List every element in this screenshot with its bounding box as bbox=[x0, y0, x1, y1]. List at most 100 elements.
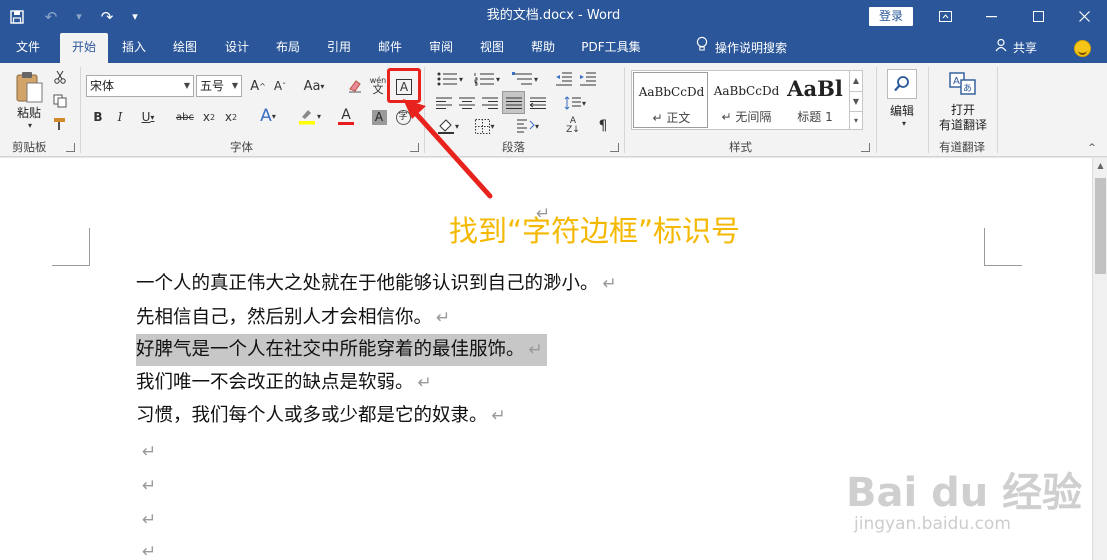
style-item-no-spacing[interactable]: AaBbCcDd ↵ 无间隔 bbox=[709, 72, 784, 128]
scroll-up-icon[interactable]: ▲ bbox=[1093, 158, 1107, 174]
editing-label[interactable]: 编辑 bbox=[884, 102, 920, 119]
font-size-combo[interactable]: 五号 ▼ bbox=[196, 75, 242, 97]
style-sample: AaBl bbox=[787, 76, 843, 101]
format-painter-icon[interactable] bbox=[51, 115, 69, 133]
document-line[interactable]: 习惯，我们每个人或多或少都是它的奴隶。 ↵ bbox=[136, 400, 506, 432]
phonetic-guide-icon[interactable]: wén 文 bbox=[368, 73, 388, 97]
style-item-heading-1[interactable]: AaBl 标题 1 bbox=[781, 72, 849, 128]
tab-mailings[interactable]: 邮件 bbox=[370, 33, 410, 63]
clear-formatting-icon[interactable] bbox=[344, 75, 366, 97]
font-name-combo[interactable]: 宋体 ▼ bbox=[86, 75, 194, 97]
enclose-characters-icon[interactable]: 字 bbox=[393, 107, 413, 127]
tab-view[interactable]: 视图 bbox=[472, 33, 512, 63]
login-button[interactable]: 登录 bbox=[869, 7, 913, 26]
tab-file[interactable]: 文件 bbox=[8, 33, 48, 63]
borders-icon[interactable]: ▾ bbox=[470, 115, 500, 137]
tab-home[interactable]: 开始 bbox=[60, 33, 108, 63]
separator bbox=[624, 67, 625, 153]
tab-references[interactable]: 引用 bbox=[319, 33, 359, 63]
bold-icon[interactable]: B bbox=[89, 107, 107, 127]
svg-text:A: A bbox=[953, 76, 960, 87]
align-right-icon[interactable] bbox=[479, 92, 501, 114]
chinese-layout-icon[interactable]: ▾ bbox=[507, 115, 547, 137]
paste-icon[interactable] bbox=[12, 68, 46, 106]
shrink-font-icon[interactable]: Aˇ bbox=[270, 75, 290, 97]
italic-icon[interactable]: I bbox=[111, 107, 129, 127]
youdao-translate-icon[interactable]: Aあ bbox=[946, 70, 980, 98]
quick-access-toolbar: ↶ ▾ ↷ ▾ bbox=[0, 0, 146, 33]
multilevel-list-icon[interactable]: ▾ bbox=[508, 68, 542, 90]
collapse-ribbon-icon[interactable]: ^ bbox=[1085, 143, 1099, 153]
clipboard-launcher-icon[interactable] bbox=[66, 143, 75, 152]
tab-pdf-tools[interactable]: PDF工具集 bbox=[575, 33, 647, 63]
line-spacing-icon[interactable]: ▾ bbox=[559, 92, 591, 114]
grow-font-icon[interactable]: A ^ bbox=[248, 75, 268, 97]
document-line[interactable]: 先相信自己，然后别人才会相信你。 ↵ bbox=[136, 302, 450, 334]
font-launcher-icon[interactable] bbox=[410, 143, 419, 152]
font-color-icon[interactable]: A bbox=[331, 105, 361, 127]
close-icon[interactable] bbox=[1061, 0, 1107, 33]
tab-design[interactable]: 设计 bbox=[217, 33, 257, 63]
align-center-icon[interactable] bbox=[456, 92, 478, 114]
document-line[interactable]: 我们唯一不会改正的缺点是软弱。 ↵ bbox=[136, 367, 432, 399]
character-shading-icon[interactable]: A bbox=[370, 107, 388, 127]
separator bbox=[80, 67, 81, 153]
share-button[interactable]: 共享 bbox=[995, 33, 1037, 63]
styles-more-icon[interactable]: ▾ bbox=[849, 111, 862, 129]
scrollbar-thumb[interactable] bbox=[1095, 178, 1106, 274]
styles-gallery: AaBbCcDd ↵ 正文 AaBbCcDd ↵ 无间隔 AaBl 标题 1 ▲… bbox=[631, 70, 863, 130]
ribbon-display-options-icon[interactable] bbox=[922, 0, 968, 33]
change-case-icon[interactable]: Aa ▾ bbox=[299, 75, 329, 97]
customize-qat-icon[interactable]: ▾ bbox=[124, 0, 146, 33]
tab-draw[interactable]: 绘图 bbox=[165, 33, 205, 63]
minimize-icon[interactable] bbox=[968, 0, 1014, 33]
document-line[interactable]: 一个人的真正伟大之处就在于他能够认识到自己的渺小。 ↵ bbox=[136, 268, 617, 300]
bullets-icon[interactable]: ▾ bbox=[433, 68, 467, 90]
undo-icon[interactable]: ↶ bbox=[34, 0, 68, 33]
tab-help[interactable]: 帮助 bbox=[523, 33, 563, 63]
search-icon[interactable] bbox=[887, 69, 917, 99]
feedback-smiley-icon[interactable] bbox=[1074, 40, 1091, 57]
paste-dropdown-icon[interactable]: ▾ bbox=[21, 120, 39, 130]
paragraph-mark: ↵ bbox=[142, 510, 157, 530]
justify-icon[interactable] bbox=[502, 91, 525, 114]
text-effects-icon[interactable]: A ▾ bbox=[253, 105, 283, 127]
tell-me-search[interactable]: 操作说明搜索 bbox=[696, 33, 787, 63]
tab-layout[interactable]: 布局 bbox=[268, 33, 308, 63]
highlight-color-icon[interactable]: ▾ bbox=[292, 105, 326, 127]
styles-launcher-icon[interactable] bbox=[861, 143, 870, 152]
chevron-down-icon[interactable]: ▾ bbox=[896, 118, 912, 128]
styles-scroll-up-icon[interactable]: ▲ bbox=[849, 71, 862, 91]
numbering-icon[interactable]: ▾ bbox=[470, 68, 504, 90]
underline-icon[interactable]: U ▾ bbox=[135, 107, 161, 127]
sort-icon[interactable]: A Z↓ bbox=[562, 115, 584, 137]
decrease-indent-icon[interactable] bbox=[553, 68, 575, 90]
distributed-icon[interactable] bbox=[527, 92, 549, 114]
tab-review[interactable]: 审阅 bbox=[421, 33, 461, 63]
paragraph-group-label: 段落 bbox=[502, 140, 525, 154]
increase-indent-icon[interactable] bbox=[577, 68, 599, 90]
style-item-normal[interactable]: AaBbCcDd ↵ 正文 bbox=[633, 72, 708, 128]
styles-group-label: 样式 bbox=[729, 140, 752, 154]
copy-icon[interactable] bbox=[51, 92, 69, 110]
style-sample: AaBbCcDd bbox=[638, 85, 705, 99]
styles-scroll-down-icon[interactable]: ▼ bbox=[849, 91, 862, 111]
undo-dropdown-icon[interactable]: ▾ bbox=[68, 0, 90, 33]
subscript-icon[interactable]: x2 bbox=[200, 107, 218, 127]
cut-icon[interactable] bbox=[51, 68, 69, 86]
superscript-icon[interactable]: x2 bbox=[222, 107, 240, 127]
show-marks-icon[interactable]: ¶ bbox=[592, 115, 614, 137]
maximize-icon[interactable] bbox=[1015, 0, 1061, 33]
align-left-icon[interactable] bbox=[433, 92, 455, 114]
tab-insert[interactable]: 插入 bbox=[114, 33, 154, 63]
selected-document-line[interactable]: 好脾气是一个人在社交中所能穿着的最佳服饰。 ↵ bbox=[136, 334, 547, 366]
chevron-down-icon: ▼ bbox=[231, 81, 238, 90]
redo-icon[interactable]: ↷ bbox=[90, 0, 124, 33]
paragraph-launcher-icon[interactable] bbox=[610, 143, 619, 152]
save-icon[interactable] bbox=[0, 0, 34, 33]
separator bbox=[928, 67, 929, 153]
page-corner-mark bbox=[52, 228, 90, 266]
strikethrough-icon[interactable]: abc bbox=[174, 107, 196, 127]
shading-icon[interactable]: ▾ bbox=[433, 115, 463, 137]
translate-button-label[interactable]: 打开 有道翻译 bbox=[933, 103, 993, 133]
